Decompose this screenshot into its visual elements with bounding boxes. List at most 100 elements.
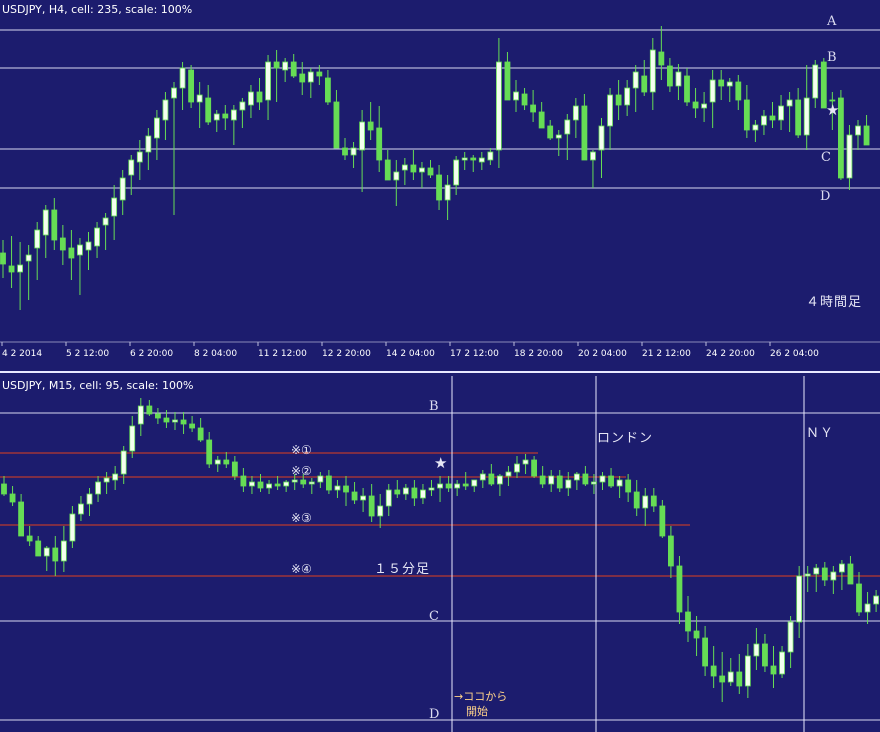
- m15-candle-body: [813, 567, 820, 575]
- m15-candle-body: [428, 487, 435, 491]
- m15-candle-body: [231, 461, 238, 477]
- m15-candle-body: [249, 481, 255, 487]
- m15-candle-body: [266, 483, 272, 489]
- m15-level-label-d: D: [429, 707, 439, 722]
- h4-axis-tick-label: 21 2 12:00: [642, 349, 691, 359]
- m15-candle-body: [385, 489, 392, 507]
- h4-candle-body: [376, 127, 383, 161]
- h4-candle-body: [555, 134, 562, 139]
- h4-candle-body: [51, 209, 58, 241]
- h4-candle-body: [812, 64, 819, 99]
- m15-candle-body: [454, 483, 461, 489]
- m15-candle-body: [505, 471, 512, 477]
- m15-candle-body: [197, 427, 204, 441]
- h4-candle-body: [855, 125, 861, 136]
- h4-candle-body: [726, 81, 733, 87]
- h4-candle-body: [171, 87, 177, 99]
- m15-candle-body: [402, 487, 409, 495]
- mark-4: ※④: [291, 562, 312, 576]
- h4-candle-body: [213, 113, 220, 121]
- start-note-line2: 開始: [466, 704, 488, 718]
- m15-candle-body: [839, 563, 845, 573]
- m15-candle-body: [274, 483, 281, 487]
- h4-axis-tick-label: 26 2 04:00: [770, 349, 819, 359]
- m15-candle-body: [736, 671, 743, 687]
- m15-level-label-b: B: [429, 399, 439, 414]
- m15-candle-body: [26, 535, 33, 542]
- h4-candle-body: [401, 164, 408, 171]
- h4-candle-body: [641, 75, 648, 93]
- h4-candle-body: [786, 99, 793, 107]
- london-session-label: ロンドン: [597, 431, 653, 446]
- h4-candle-body: [0, 252, 6, 265]
- h4-candle-body: [136, 151, 143, 163]
- h4-candle-body: [290, 61, 297, 77]
- m15-candle-body: [548, 475, 555, 485]
- h4-axis-tick-label: 4 2 2014: [2, 349, 42, 359]
- m15-candle-body: [223, 459, 230, 465]
- h4-level-label-a: A: [826, 14, 837, 29]
- m15-star-icon: ★: [434, 454, 447, 472]
- h4-candle-body: [324, 77, 331, 103]
- h4-candle-body: [547, 125, 554, 139]
- h4-candle-body: [752, 124, 759, 131]
- m15-level-label-c: C: [429, 609, 439, 624]
- m15-candle-body: [291, 479, 298, 483]
- h4-level-label-b: B: [827, 50, 837, 65]
- m15-candle-body: [873, 595, 879, 605]
- m15-candle-body: [779, 651, 785, 675]
- m15-candle-body: [633, 491, 640, 509]
- h4-candle-body: [709, 79, 716, 103]
- m15-candle-body: [479, 473, 486, 481]
- m15-candle-body: [86, 493, 93, 505]
- m15-candle-body: [556, 475, 563, 489]
- h4-candle-body: [538, 111, 545, 129]
- m15-candle-body: [719, 675, 726, 683]
- h4-candle-body: [470, 157, 477, 161]
- h4-candle-body: [8, 265, 15, 273]
- h4-candle-body: [77, 244, 83, 256]
- h4-candle-body: [761, 115, 767, 126]
- h4-candle-body: [102, 217, 109, 226]
- h4-axis-tick-label: 14 2 04:00: [386, 349, 435, 359]
- m15-candle-body: [103, 477, 110, 483]
- h4-candle-body: [342, 147, 348, 156]
- h4-candle-body: [590, 151, 596, 161]
- m15-candle-body: [257, 481, 264, 489]
- h4-candle-body: [453, 159, 460, 186]
- m15-candle-body: [582, 473, 589, 485]
- m15-candle-body: [172, 419, 178, 423]
- m15-candle-body: [821, 567, 828, 581]
- h4-candle-body: [419, 167, 425, 173]
- m15-candle-body: [514, 463, 520, 473]
- m15-candle-body: [727, 671, 734, 683]
- m15-candle-body: [360, 495, 367, 501]
- panel-separator[interactable]: [0, 371, 880, 373]
- h4-candle-body: [743, 99, 750, 131]
- h4-timeframe-label: ４時間足: [806, 295, 862, 310]
- h4-candle-body: [316, 71, 323, 77]
- m15-candle-body: [762, 643, 768, 667]
- h4-candle-body: [684, 75, 690, 103]
- mark-3: ※③: [291, 511, 312, 525]
- h4-star-icon: ★: [826, 101, 839, 119]
- h4-axis-tick-label: 17 2 12:00: [450, 349, 499, 359]
- h4-candle-body: [675, 71, 682, 87]
- h4-candle-body: [248, 91, 254, 106]
- m15-candle-body: [334, 485, 341, 491]
- m15-candle-body: [308, 481, 315, 485]
- m15-candle-body: [753, 643, 760, 657]
- m15-candle-body: [616, 479, 623, 487]
- m15-candle-body: [180, 419, 187, 425]
- m15-candle-body: [539, 475, 546, 485]
- h4-candle-body: [111, 197, 118, 217]
- m15-candle-body: [864, 603, 871, 613]
- m15-candle-body: [770, 665, 777, 675]
- h4-candle-body: [265, 61, 271, 101]
- h4-candle-body: [188, 69, 195, 103]
- h4-candle-body: [333, 101, 340, 149]
- h4-level-label-c: C: [821, 150, 831, 165]
- h4-candle-body: [649, 49, 656, 93]
- h4-candle-body: [701, 103, 707, 109]
- h4-candle-body: [273, 61, 280, 69]
